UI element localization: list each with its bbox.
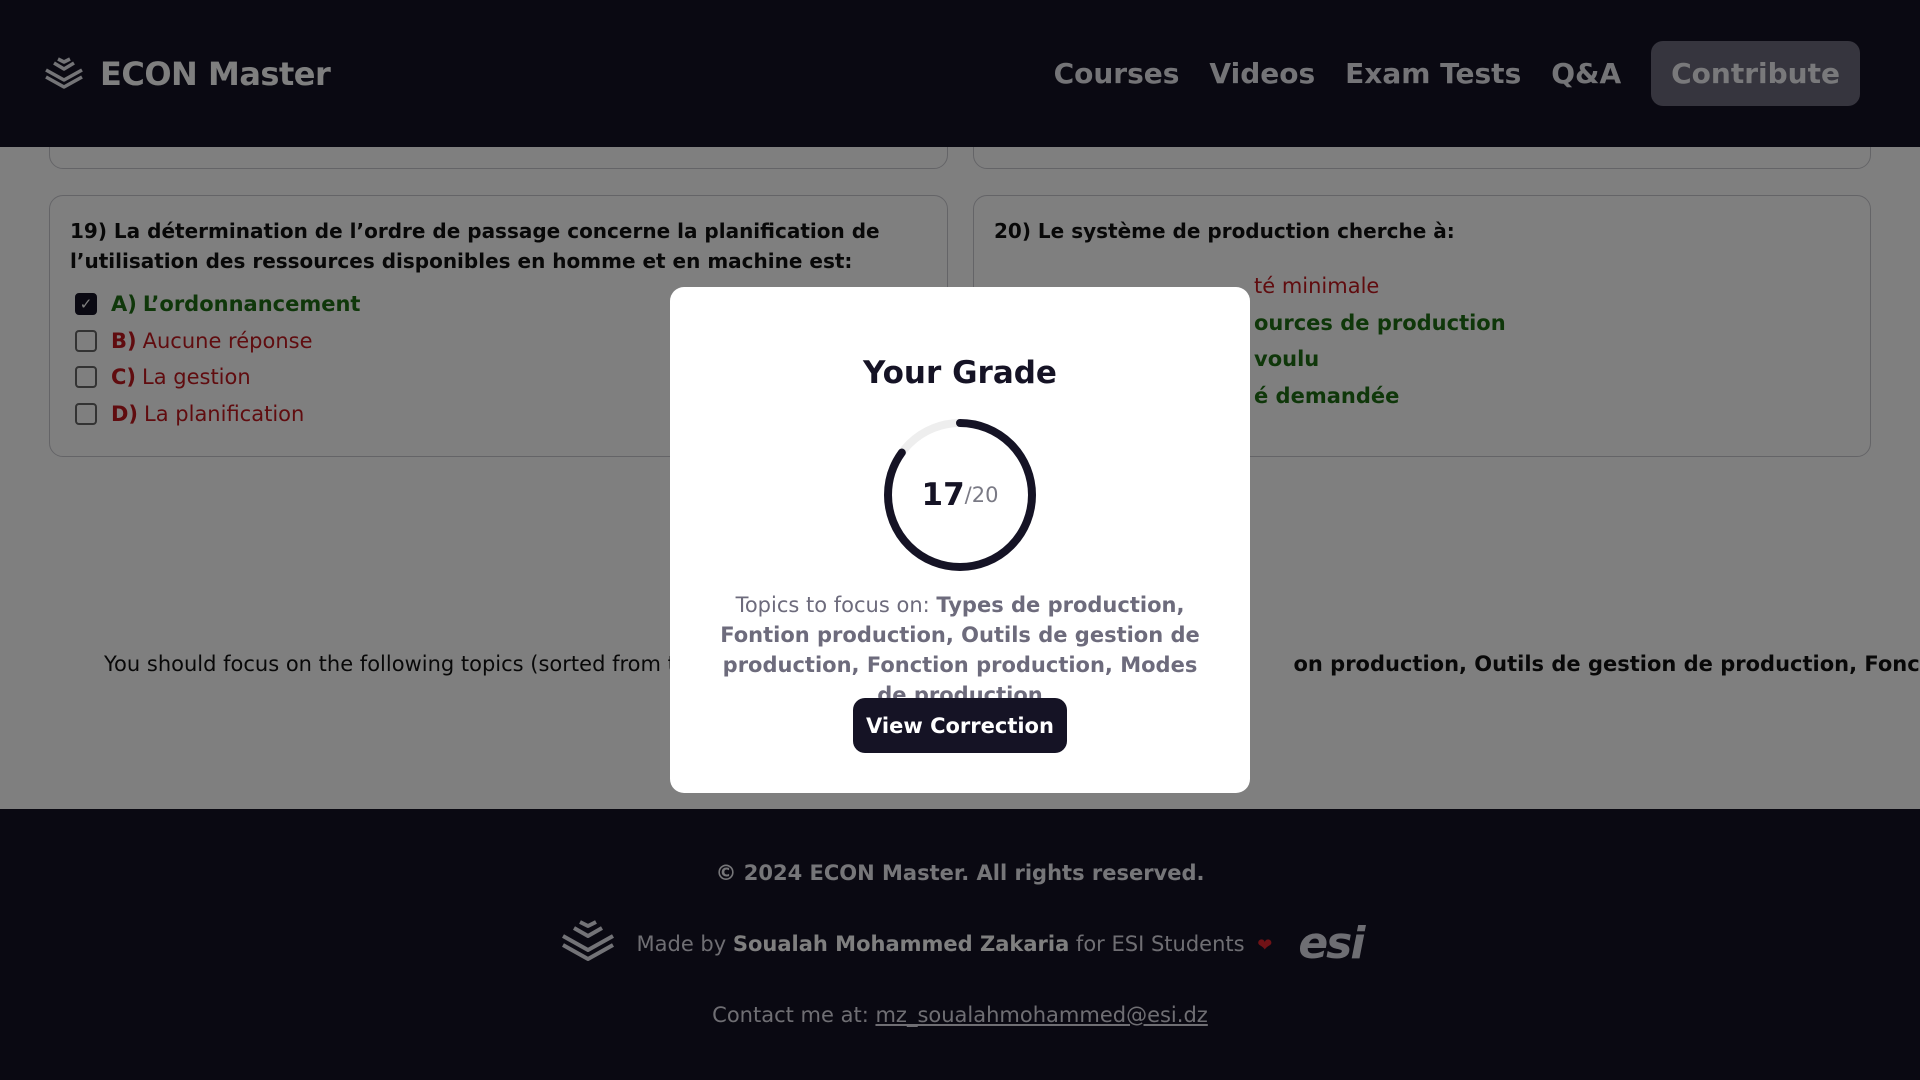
score-value: 17 — [921, 477, 965, 513]
score-display: 17 / 20 — [921, 477, 999, 513]
score-total: 20 — [971, 483, 999, 507]
modal-title: Your Grade — [863, 355, 1057, 391]
topics-label: Topics to focus on: — [735, 593, 930, 617]
view-correction-button[interactable]: View Correction — [853, 698, 1067, 753]
score-ring: 17 / 20 — [882, 417, 1038, 573]
topics-to-focus: Topics to focus on: Types de production,… — [710, 590, 1210, 710]
grade-modal: Your Grade 17 / 20 Topics to focus on: T… — [670, 287, 1250, 793]
